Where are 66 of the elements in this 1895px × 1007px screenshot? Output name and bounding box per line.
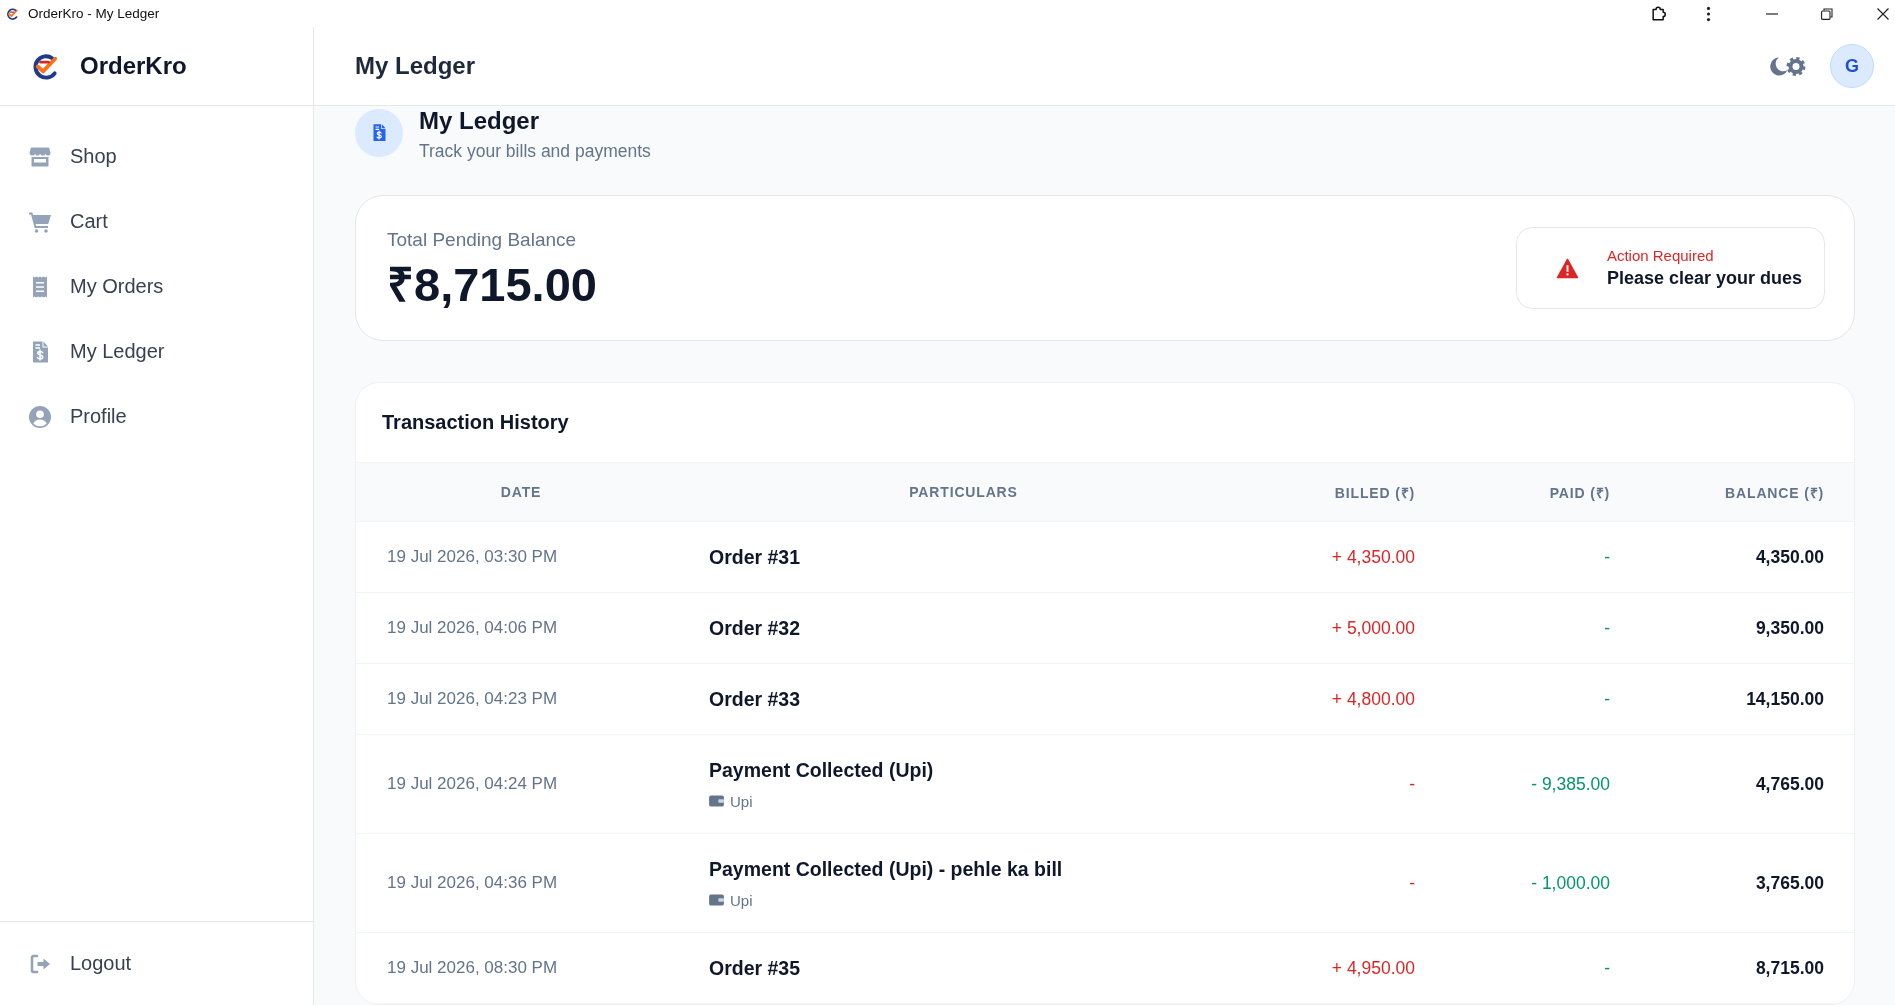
column-header: BILLED (₹): [1334, 484, 1415, 501]
vertical-dots-icon: [1705, 5, 1711, 22]
invoice-icon: [355, 109, 403, 157]
date-text: 19 Jul 2026, 04:06 PM: [386, 618, 558, 638]
nav-link[interactable]: My Ledger: [0, 319, 177, 384]
nav-link[interactable]: Cart: [0, 189, 120, 254]
payment-method-text: Upi: [730, 792, 753, 810]
paid-amount: -: [1604, 617, 1610, 638]
wallet-icon: [709, 894, 724, 906]
theme-toggle-button[interactable]: [1768, 54, 1806, 78]
billed-amount: -: [1409, 872, 1415, 893]
balance-amount: ₹8,715.00: [387, 256, 597, 313]
billed-amount: + 4,350.00: [1331, 546, 1415, 567]
column-header: BALANCE (₹): [1725, 484, 1824, 501]
billed-amount: + 4,800.00: [1331, 688, 1415, 709]
date-text: 19 Jul 2026, 08:30 PM: [386, 958, 558, 978]
balance-amount: 14,150.00: [1746, 688, 1824, 709]
column-header: PAID (₹): [1549, 484, 1610, 501]
column-header: DATE: [500, 484, 542, 500]
particulars-text: Payment Collected (Upi): [709, 758, 934, 783]
date-text: 19 Jul 2026, 04:23 PM: [386, 689, 558, 709]
nav-link[interactable]: My Orders: [0, 254, 176, 319]
app-logo-icon: [5, 6, 19, 21]
billed-amount: + 5,000.00: [1331, 617, 1415, 638]
moon-gear-icon: [1768, 55, 1806, 77]
date-text: 19 Jul 2026, 04:24 PM: [386, 774, 558, 794]
particulars-text: Payment Collected (Upi) - pehle ka bill: [709, 857, 1063, 882]
balance-amount: 9,350.00: [1755, 617, 1824, 638]
date-text: 19 Jul 2026, 04:36 PM: [386, 873, 558, 893]
balance-amount: 3,765.00: [1755, 872, 1824, 893]
brand-name: OrderKro: [80, 52, 187, 80]
minimize-icon: [1766, 12, 1778, 15]
paid-amount: -: [1604, 546, 1610, 567]
nav-link[interactable]: Profile: [0, 384, 139, 449]
restore-icon: [1821, 7, 1833, 20]
avatar-button[interactable]: G: [1830, 44, 1874, 88]
wallet-icon: [709, 795, 724, 807]
window-title: OrderKro - My Ledger: [28, 6, 161, 21]
balance-amount: 8,715.00: [1755, 957, 1824, 978]
page-title: My Ledger: [419, 107, 540, 135]
particulars-text: Order #32: [709, 616, 801, 641]
particulars-text: Order #35: [709, 956, 801, 981]
close-icon: [1877, 7, 1889, 20]
alert-message: Please clear your dues: [1606, 267, 1802, 290]
balance-label: Total Pending Balance: [387, 227, 577, 252]
billed-amount: + 4,950.00: [1331, 957, 1415, 978]
user-circle-icon: [28, 404, 52, 429]
balance-amount: 4,350.00: [1755, 546, 1824, 567]
paid-amount: - 9,385.00: [1531, 773, 1610, 794]
nav-link[interactable]: Shop: [0, 124, 129, 189]
alert-title: Action Required: [1606, 246, 1714, 266]
page-subtitle: Track your bills and payments: [419, 140, 651, 162]
date-text: 19 Jul 2026, 03:30 PM: [386, 547, 558, 567]
particulars-text: Order #31: [709, 545, 801, 570]
warning-icon: [1555, 257, 1579, 279]
column-header: PARTICULARS: [909, 484, 1018, 500]
section-title: Transaction History: [382, 411, 569, 434]
header-title: My Ledger: [355, 52, 477, 80]
paid-amount: -: [1604, 957, 1610, 978]
paid-amount: - 1,000.00: [1531, 872, 1610, 893]
payment-method-text: Upi: [730, 891, 753, 909]
particulars-text: Order #33: [709, 687, 801, 712]
balance-amount: 4,765.00: [1755, 773, 1824, 794]
paid-amount: -: [1604, 688, 1610, 709]
billed-amount: -: [1409, 773, 1415, 794]
logout-link[interactable]: Logout: [0, 931, 144, 996]
